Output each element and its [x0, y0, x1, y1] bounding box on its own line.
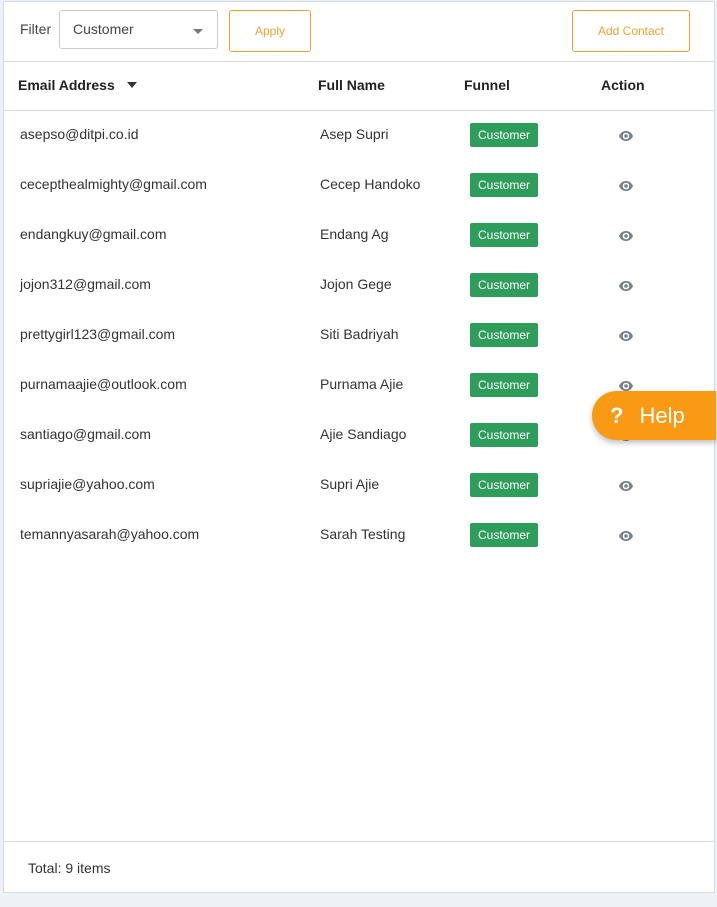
eye-icon[interactable]: [619, 278, 633, 291]
apply-button[interactable]: Apply: [229, 10, 311, 52]
row-full-name: Supri Ajie: [320, 476, 380, 492]
row-full-name: Jojon Gege: [320, 276, 392, 292]
eye-icon[interactable]: [619, 528, 633, 541]
help-button[interactable]: ? Help: [592, 391, 716, 440]
table-row: endangkuy@gmail.com Endang Ag Customer: [4, 210, 714, 260]
row-email: cecepthealmighty@gmail.com: [20, 176, 207, 192]
help-label: Help: [639, 402, 685, 428]
total-items: Total: 9 items: [28, 860, 111, 876]
table-row: cecepthealmighty@gmail.com Cecep Handoko…: [4, 160, 714, 210]
column-action: Action: [601, 77, 645, 93]
row-email: purnamaajie@outlook.com: [20, 376, 187, 392]
contacts-panel: Filter Customer Apply Add Contact Email …: [3, 1, 715, 893]
table-row: supriajie@yahoo.com Supri Ajie Customer: [4, 460, 714, 510]
table-row: jojon312@gmail.com Jojon Gege Customer: [4, 260, 714, 310]
table-row: temannyasarah@yahoo.com Sarah Testing Cu…: [4, 510, 714, 560]
funnel-badge: Customer: [470, 473, 539, 497]
question-icon: ?: [610, 402, 624, 428]
table-footer: Total: 9 items: [4, 841, 714, 894]
table-row: asepso@ditpi.co.id Asep Supri Customer: [4, 110, 714, 160]
funnel-badge: Customer: [470, 223, 539, 247]
eye-icon[interactable]: [619, 378, 633, 391]
table-row: prettygirl123@gmail.com Siti Badriyah Cu…: [4, 310, 714, 360]
eye-icon[interactable]: [619, 328, 633, 341]
row-full-name: Siti Badriyah: [320, 326, 399, 342]
row-email: asepso@ditpi.co.id: [20, 126, 139, 142]
row-email: temannyasarah@yahoo.com: [20, 526, 200, 542]
row-email: endangkuy@gmail.com: [20, 226, 167, 242]
funnel-filter-select[interactable]: Customer: [59, 10, 218, 49]
row-full-name: Sarah Testing: [320, 526, 406, 542]
funnel-badge: Customer: [470, 373, 539, 397]
eye-icon[interactable]: [619, 178, 633, 191]
funnel-badge: Customer: [470, 123, 539, 147]
funnel-badge: Customer: [470, 423, 539, 447]
eye-icon[interactable]: [619, 478, 633, 491]
row-email: jojon312@gmail.com: [20, 276, 151, 292]
caret-down-icon[interactable]: [126, 82, 137, 88]
row-full-name: Purnama Ajie: [320, 376, 404, 392]
funnel-badge: Customer: [470, 523, 539, 547]
row-full-name: Cecep Handoko: [320, 176, 421, 192]
filter-label: Filter: [20, 21, 52, 37]
chevron-down-icon: [193, 29, 203, 34]
table-header: Email Address Full Name Funnel Action: [4, 61, 714, 111]
row-email: prettygirl123@gmail.com: [20, 326, 176, 342]
column-full-name: Full Name: [318, 77, 385, 93]
column-email[interactable]: Email Address: [18, 77, 137, 93]
funnel-badge: Customer: [470, 173, 539, 197]
eye-icon[interactable]: [619, 228, 633, 241]
row-email: santiago@gmail.com: [20, 426, 151, 442]
add-contact-button[interactable]: Add Contact: [572, 10, 690, 52]
toolbar: Filter Customer Apply Add Contact: [4, 2, 714, 62]
row-email: supriajie@yahoo.com: [20, 476, 155, 492]
column-email-label: Email Address: [18, 77, 115, 93]
row-full-name: Ajie Sandiago: [320, 426, 407, 442]
funnel-badge: Customer: [470, 273, 539, 297]
row-full-name: Endang Ag: [320, 226, 389, 242]
filter-selected-value: Customer: [73, 21, 134, 37]
table-body: asepso@ditpi.co.id Asep Supri Customer c…: [4, 110, 714, 560]
eye-icon[interactable]: [619, 128, 633, 141]
funnel-badge: Customer: [470, 323, 539, 347]
row-full-name: Asep Supri: [320, 126, 389, 142]
column-funnel: Funnel: [464, 77, 510, 93]
